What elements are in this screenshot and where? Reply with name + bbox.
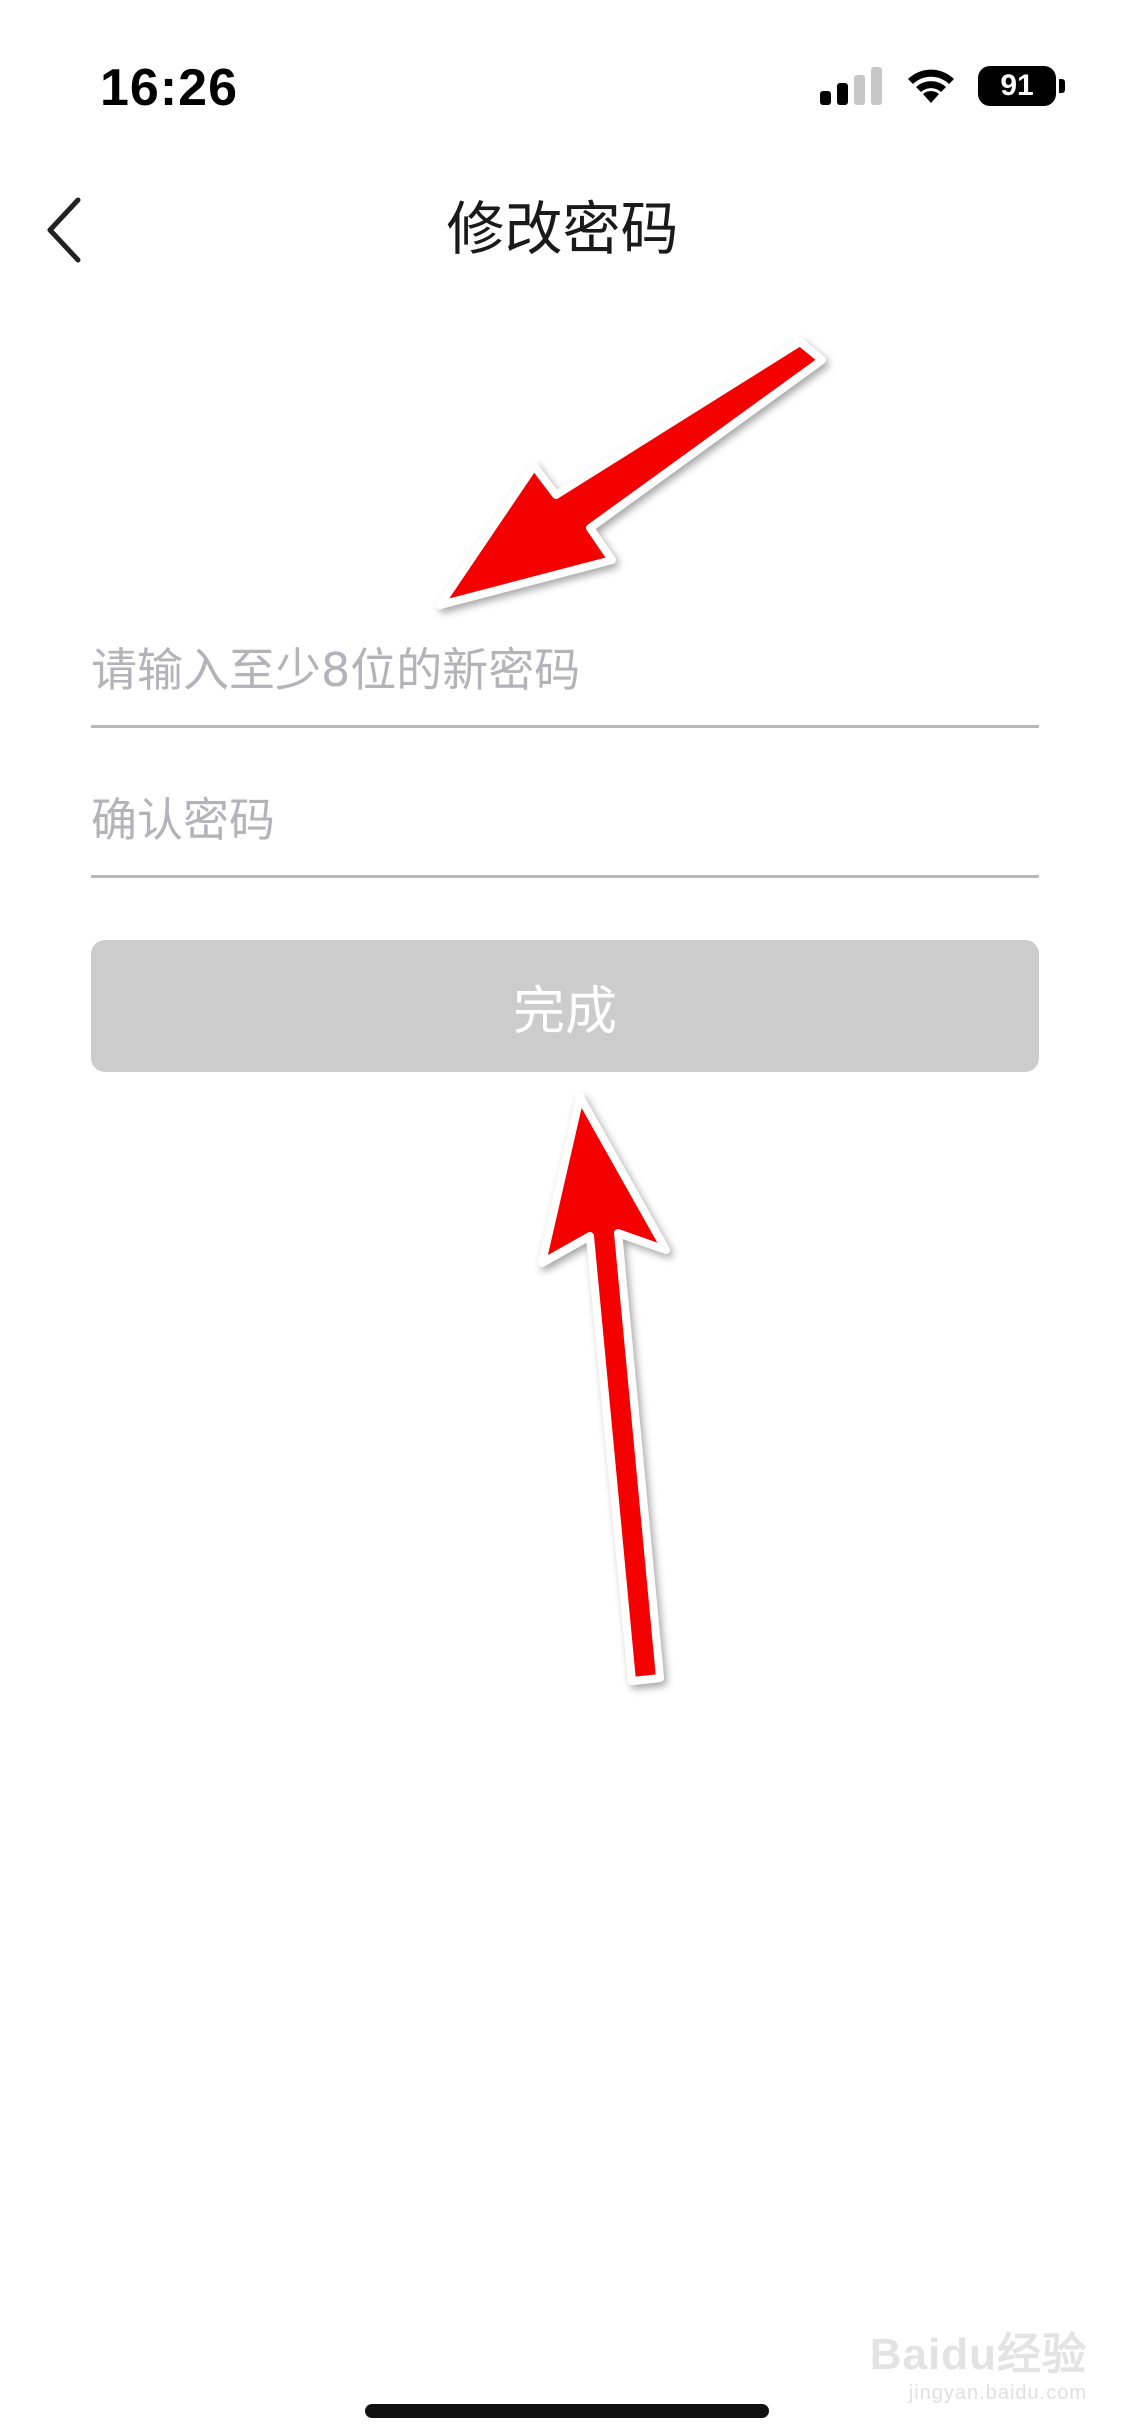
home-indicator[interactable]: [365, 2404, 769, 2418]
watermark-brand: Baidu经验: [869, 2330, 1087, 2379]
annotation-arrows: [436, 338, 826, 1685]
watermark-logo: Baidu经验 jingyan.baidu.com: [870, 2318, 1087, 2405]
annotation-arrow-lower: [538, 1093, 670, 1685]
watermark-url: jingyan.baidu.com: [908, 2382, 1087, 2404]
annotation-arrow-upper: [436, 338, 826, 609]
